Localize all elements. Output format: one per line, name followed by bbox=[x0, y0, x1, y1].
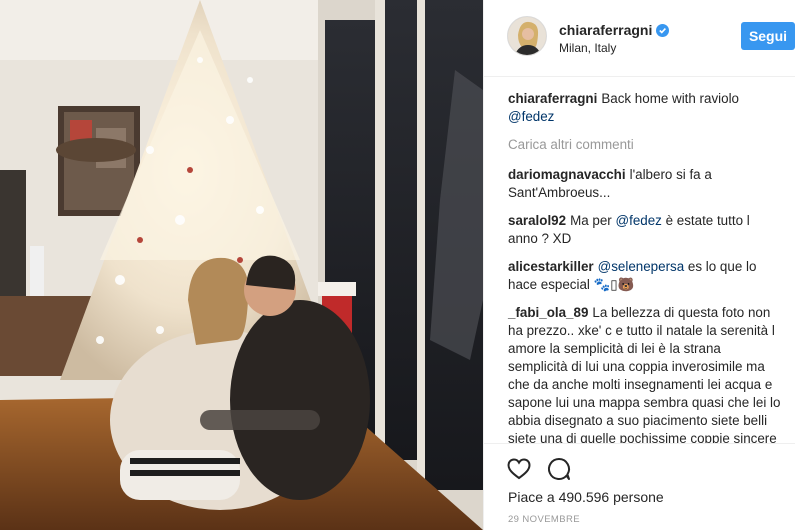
list-item: alicestarkiller @selenepersa es lo que lo… bbox=[508, 258, 782, 294]
list-item: saralol92 Ma per @fedez è estate tutto l … bbox=[508, 212, 782, 248]
post-actions: Piace a 490.596 persone 29 NOVEMBRE bbox=[484, 443, 795, 530]
comment-username[interactable]: saralol92 bbox=[508, 213, 566, 228]
post-photo[interactable] bbox=[0, 0, 483, 530]
post-location[interactable]: Milan, Italy bbox=[559, 41, 616, 55]
load-more-comments-link[interactable]: Carica altri commenti bbox=[508, 136, 782, 154]
avatar[interactable] bbox=[507, 16, 547, 56]
comment-username[interactable]: dariomagnavacchi bbox=[508, 167, 626, 182]
post-date: 29 NOVEMBRE bbox=[508, 514, 580, 525]
list-item: _fabi_ola_89 La bellezza di questa foto n… bbox=[508, 304, 782, 443]
likes-count[interactable]: Piace a 490.596 persone bbox=[508, 489, 664, 505]
caption-username[interactable]: chiaraferragni bbox=[508, 91, 597, 106]
comment-text: La bellezza di questa foto non ha prezzo… bbox=[508, 305, 781, 443]
photo-image bbox=[0, 0, 483, 530]
avatar-image bbox=[508, 17, 546, 55]
author-username[interactable]: chiaraferragni bbox=[559, 22, 670, 38]
comments-list[interactable]: chiaraferragni Back home with raviolo @fe… bbox=[484, 77, 795, 443]
follow-button[interactable]: Segui bbox=[741, 22, 795, 50]
author-username-text[interactable]: chiaraferragni bbox=[559, 22, 652, 38]
caption-mention[interactable]: @fedez bbox=[508, 109, 554, 124]
comment-mention[interactable]: @fedez bbox=[616, 213, 662, 228]
comment-mention[interactable]: @selenepersa bbox=[598, 259, 685, 274]
verified-badge-icon bbox=[656, 23, 670, 37]
comment-icon[interactable] bbox=[546, 456, 572, 482]
heart-icon[interactable] bbox=[506, 456, 532, 482]
comment-username[interactable]: alicestarkiller bbox=[508, 259, 594, 274]
comment-username[interactable]: _fabi_ola_89 bbox=[508, 305, 588, 320]
post-header: chiaraferragni Milan, Italy Segui bbox=[484, 0, 795, 77]
post-side-panel: chiaraferragni Milan, Italy Segui chiara… bbox=[483, 0, 795, 530]
list-item: dariomagnavacchi l'albero si fa a Sant'Am… bbox=[508, 166, 782, 202]
caption-text: Back home with raviolo bbox=[601, 91, 739, 106]
caption: chiaraferragni Back home with raviolo @fe… bbox=[508, 90, 782, 126]
comment-text: Ma per bbox=[570, 213, 612, 228]
